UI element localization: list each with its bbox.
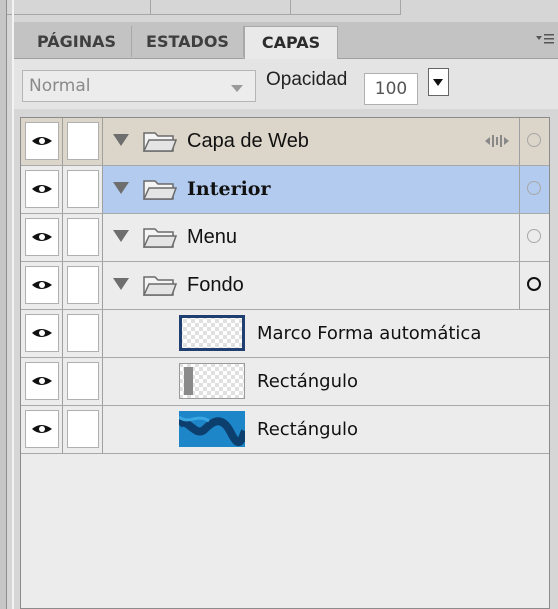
eye-icon bbox=[32, 281, 52, 289]
visibility-toggle[interactable] bbox=[21, 406, 63, 453]
object-row-marco[interactable]: Marco Forma automática bbox=[21, 310, 549, 358]
target-cell[interactable] bbox=[519, 166, 549, 213]
opacity-input[interactable]: 100 bbox=[364, 73, 418, 105]
folder-icon bbox=[143, 180, 177, 200]
visibility-toggle[interactable] bbox=[21, 118, 63, 165]
blue-rectangle-thumbnail bbox=[179, 411, 245, 447]
layer-row-capa-de-web[interactable]: Capa de Web bbox=[21, 118, 549, 166]
visibility-toggle[interactable] bbox=[21, 358, 63, 405]
object-name: Marco Forma automática bbox=[257, 323, 482, 344]
object-main: Marco Forma automática bbox=[103, 310, 549, 357]
object-row-rectangulo-blue[interactable]: Rectángulo bbox=[21, 406, 549, 454]
lock-toggle[interactable] bbox=[63, 358, 103, 405]
autoshape-frame-thumbnail bbox=[179, 315, 245, 351]
layer-name: Interior bbox=[187, 178, 271, 200]
circle-icon bbox=[527, 181, 541, 195]
eye-icon bbox=[32, 185, 52, 193]
triangle-down-icon bbox=[433, 79, 443, 86]
eye-icon bbox=[32, 233, 52, 241]
chevron-down-icon bbox=[231, 85, 243, 92]
visibility-toggle[interactable] bbox=[21, 214, 63, 261]
target-cell[interactable] bbox=[519, 214, 549, 261]
top-strip bbox=[0, 0, 558, 22]
blend-mode-value: Normal bbox=[29, 76, 91, 96]
layer-main: Fondo bbox=[103, 262, 549, 309]
lock-toggle[interactable] bbox=[63, 118, 103, 165]
layer-options-row: Normal Opacidad 100 bbox=[14, 59, 558, 109]
triangle-down-icon[interactable] bbox=[113, 278, 129, 290]
lock-toggle[interactable] bbox=[63, 262, 103, 309]
visibility-toggle[interactable] bbox=[21, 310, 63, 357]
layer-name: Fondo bbox=[187, 274, 244, 296]
eye-icon bbox=[32, 137, 52, 145]
visibility-toggle[interactable] bbox=[21, 262, 63, 309]
rectangle-thumbnail bbox=[179, 363, 245, 399]
eye-icon bbox=[32, 425, 52, 433]
tab-paginas[interactable]: PÁGINAS bbox=[22, 26, 132, 57]
visibility-toggle[interactable] bbox=[21, 166, 63, 213]
lock-toggle[interactable] bbox=[63, 310, 103, 357]
triangle-down-icon[interactable] bbox=[113, 182, 129, 194]
opacity-label: Opacidad bbox=[266, 69, 348, 90]
folder-icon bbox=[143, 132, 177, 152]
lock-toggle[interactable] bbox=[63, 214, 103, 261]
layer-row-fondo[interactable]: Fondo bbox=[21, 262, 549, 310]
triangle-down-icon[interactable] bbox=[113, 134, 129, 146]
top-strip-segment bbox=[0, 0, 151, 15]
circle-icon bbox=[527, 229, 541, 243]
triangle-down-icon[interactable] bbox=[113, 230, 129, 242]
target-cell[interactable] bbox=[519, 118, 549, 165]
top-strip-segment bbox=[150, 0, 291, 15]
target-cell[interactable] bbox=[519, 262, 549, 309]
layer-name: Menu bbox=[187, 226, 238, 248]
layer-row-interior[interactable]: Interior bbox=[21, 166, 549, 214]
tab-capas[interactable]: CAPAS bbox=[244, 26, 338, 59]
layer-main: Capa de Web bbox=[103, 118, 549, 165]
circle-icon bbox=[527, 277, 541, 291]
circle-icon bbox=[527, 133, 541, 147]
layer-main: Menu bbox=[103, 214, 549, 261]
tab-estados[interactable]: ESTADOS bbox=[132, 26, 244, 57]
top-strip-segment bbox=[290, 0, 401, 15]
lock-toggle[interactable] bbox=[63, 406, 103, 453]
opacity-dropdown-button[interactable] bbox=[428, 68, 449, 96]
folder-icon bbox=[143, 228, 177, 248]
left-edge bbox=[0, 0, 7, 609]
folder-icon bbox=[143, 276, 177, 296]
object-main: Rectángulo bbox=[103, 358, 549, 405]
object-main: Rectángulo bbox=[103, 406, 549, 453]
object-row-rectangulo[interactable]: Rectángulo bbox=[21, 358, 549, 406]
layer-main: Interior bbox=[103, 166, 549, 213]
layer-row-menu[interactable]: Menu bbox=[21, 214, 549, 262]
eye-icon bbox=[32, 329, 52, 337]
layers-panel: PÁGINAS ESTADOS CAPAS Normal Opacidad 10… bbox=[14, 22, 558, 609]
distribute-icon[interactable] bbox=[485, 134, 509, 148]
blend-mode-select[interactable]: Normal bbox=[22, 70, 256, 102]
layer-name: Capa de Web bbox=[187, 130, 309, 152]
panel-menu-icon[interactable] bbox=[536, 32, 554, 46]
layers-list: Capa de Web Interior Menu Fondo Marco Fo… bbox=[20, 117, 550, 609]
lock-toggle[interactable] bbox=[63, 166, 103, 213]
eye-icon bbox=[32, 377, 52, 385]
object-name: Rectángulo bbox=[257, 419, 359, 440]
object-name: Rectángulo bbox=[257, 371, 359, 392]
tab-bar: PÁGINAS ESTADOS CAPAS bbox=[14, 22, 558, 59]
